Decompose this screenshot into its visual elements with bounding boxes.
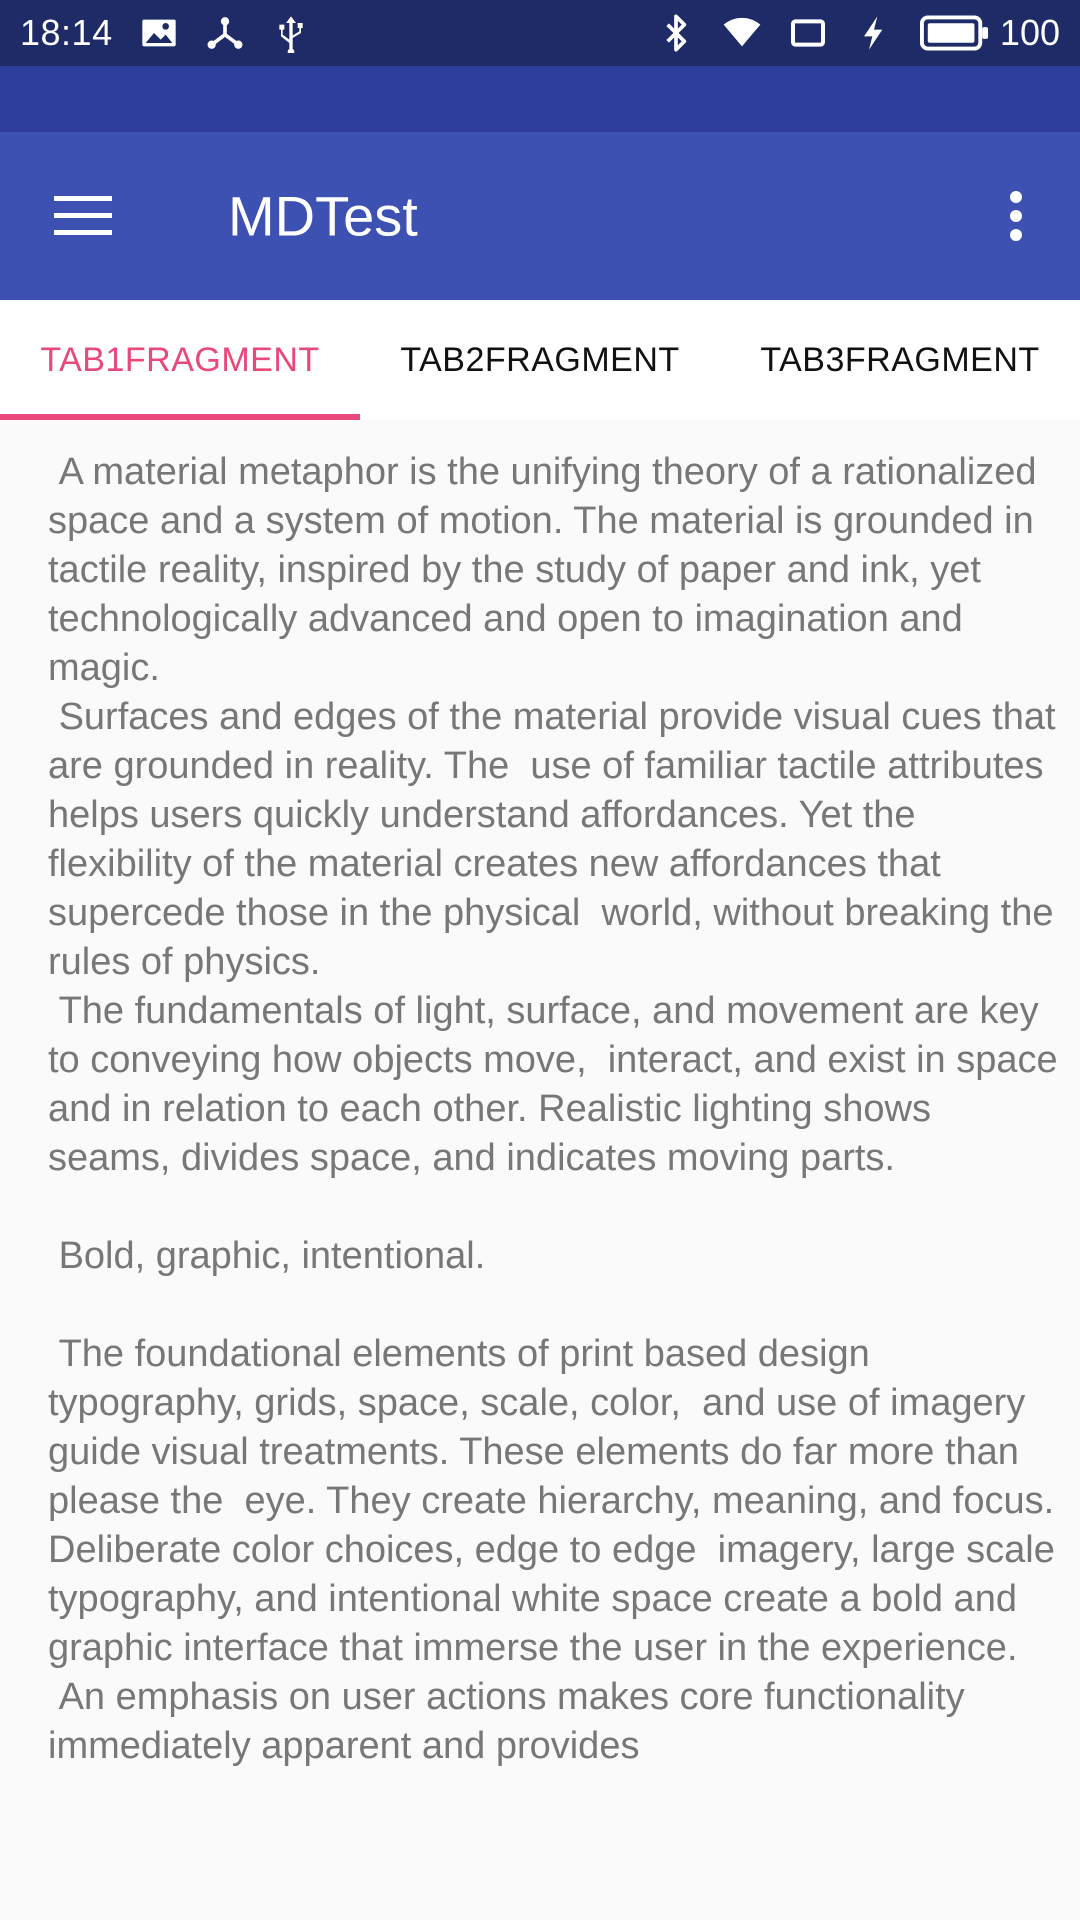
share-icon	[205, 13, 245, 53]
status-time: 18:14	[20, 12, 113, 53]
usb-icon	[271, 13, 311, 53]
bluetooth-icon	[656, 13, 696, 53]
app-title: MDTest	[228, 184, 418, 248]
hamburger-menu-button[interactable]	[48, 180, 120, 252]
tab-bar: TAB1FRAGMENT TAB2FRAGMENT TAB3FRAGMENT	[0, 300, 1080, 420]
status-band	[0, 66, 1080, 132]
status-right: 100	[656, 12, 1060, 54]
battery-icon	[919, 13, 990, 53]
more-vert-icon	[1010, 191, 1022, 241]
battery-percent: 100	[999, 12, 1060, 53]
wifi-icon	[722, 13, 762, 53]
image-icon	[139, 13, 179, 53]
overflow-menu-button[interactable]	[980, 180, 1052, 252]
app-toolbar: MDTest	[0, 132, 1080, 300]
status-bar: 18:14 100	[0, 0, 1080, 66]
charging-icon	[854, 13, 894, 53]
content-text: Material is the metaphor A material meta…	[48, 451, 1058, 1767]
cast-icon	[788, 13, 828, 53]
tab-3[interactable]: TAB3FRAGMENT	[720, 300, 1080, 420]
tab-2[interactable]: TAB2FRAGMENT	[360, 300, 720, 420]
tab-1[interactable]: TAB1FRAGMENT	[0, 300, 360, 420]
hamburger-menu-icon	[54, 196, 112, 235]
status-left: 18:14	[20, 12, 311, 54]
content-scroll-area[interactable]: Material is the metaphor A material meta…	[0, 420, 1080, 1920]
